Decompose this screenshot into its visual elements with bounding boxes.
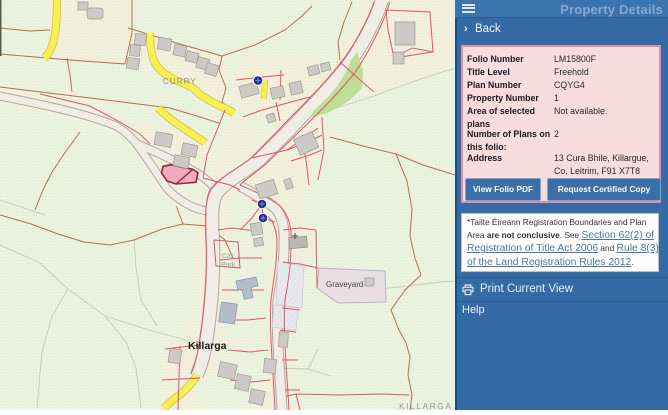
svg-text:Park: Park — [221, 262, 236, 269]
svg-text:KILLARGA: KILLARGA — [399, 401, 453, 410]
svg-text:Killarga: Killarga — [188, 340, 227, 352]
svg-text:CURRY: CURRY — [163, 77, 197, 86]
svg-text:Car: Car — [222, 253, 234, 260]
svg-text:Graveyard: Graveyard — [326, 280, 363, 289]
